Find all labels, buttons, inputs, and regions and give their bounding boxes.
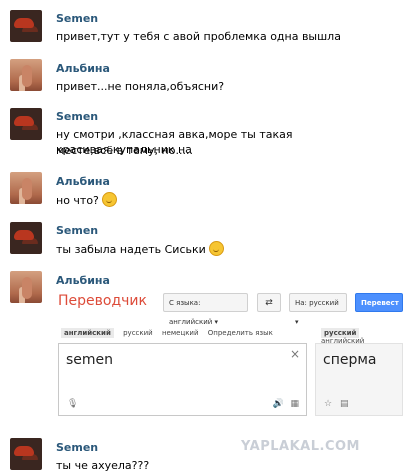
message-text-row: ты забыла надеть Сиськи — [56, 241, 224, 257]
keyboard-icon[interactable]: ▦ — [290, 399, 299, 409]
clear-icon[interactable]: × — [290, 347, 300, 361]
avatar[interactable] — [10, 438, 42, 470]
tab-russian[interactable]: русский — [123, 329, 153, 337]
swap-icon: ⇄ — [265, 298, 273, 308]
avatar[interactable] — [10, 108, 42, 140]
target-language-button[interactable]: На: русский ▾ — [289, 293, 347, 326]
message-text: ты че ахуела??? — [56, 459, 150, 472]
smile-emoji-icon — [208, 241, 224, 256]
tab-english[interactable]: английский — [61, 328, 114, 338]
author-name[interactable]: Semen — [56, 224, 98, 237]
translation-output: сперма ☆ ▤ — [315, 343, 403, 416]
message-text: но что? — [56, 194, 99, 207]
translator-title: Переводчик — [58, 293, 147, 309]
tab-detect-language[interactable]: Определить язык — [208, 329, 273, 337]
translator-screenshot[interactable]: Переводчик С языка: английский ▾ ⇄ На: р… — [56, 293, 403, 423]
avatar[interactable] — [10, 59, 42, 91]
star-icon[interactable]: ☆ — [324, 399, 332, 409]
avatar[interactable] — [10, 172, 42, 204]
speaker-icon[interactable]: 🔊 — [273, 399, 284, 409]
message-text: привет...не поняла,объясни? — [56, 80, 225, 93]
source-text: semen — [66, 352, 114, 368]
swap-languages-button[interactable]: ⇄ — [257, 293, 281, 312]
translate-button[interactable]: Перевест — [355, 293, 403, 312]
author-name[interactable]: Альбина — [56, 274, 110, 287]
author-name[interactable]: Semen — [56, 441, 98, 454]
avatar[interactable] — [10, 10, 42, 42]
avatar[interactable] — [10, 222, 42, 254]
wink-emoji-icon — [101, 192, 117, 207]
avatar[interactable] — [10, 271, 42, 303]
author-name[interactable]: Semen — [56, 110, 98, 123]
tab-german[interactable]: немецкий — [162, 329, 199, 337]
microphone-icon[interactable]: 🎙 — [67, 399, 78, 409]
translation-text: сперма — [323, 352, 377, 368]
message-text: привет,тут у тебя с авой проблемка одна … — [56, 30, 341, 43]
author-name[interactable]: Альбина — [56, 175, 110, 188]
message-text-line-2: месте,всё в тему, но..... — [56, 144, 193, 157]
author-name[interactable]: Semen — [56, 12, 98, 25]
source-text-input[interactable]: semen × 🎙 🔊 ▦ — [58, 343, 307, 416]
message-text: ты забыла надеть Сиськи — [56, 243, 206, 256]
watermark: YAPLAKAL.COM — [241, 439, 360, 454]
message-text-row: но что? — [56, 192, 117, 208]
document-icon[interactable]: ▤ — [340, 399, 349, 409]
source-language-button[interactable]: С языка: английский ▾ — [163, 293, 248, 326]
source-language-tabs: английский русский немецкий Определить я… — [61, 328, 280, 338]
author-name[interactable]: Альбина — [56, 62, 110, 75]
